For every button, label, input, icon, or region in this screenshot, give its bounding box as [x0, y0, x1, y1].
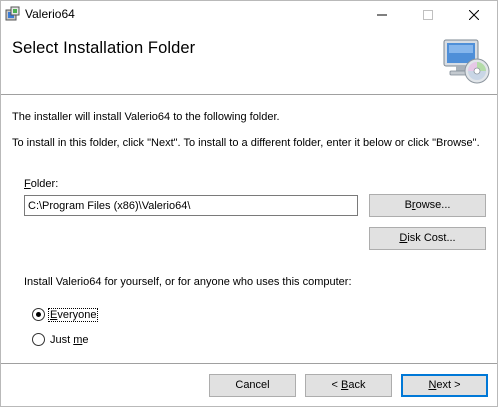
header-divider: [1, 94, 497, 96]
next-button[interactable]: Next >: [401, 374, 488, 397]
cancel-button[interactable]: Cancel: [209, 374, 296, 397]
browse-button[interactable]: Browse...: [369, 194, 486, 217]
radio-just-me-label: Just me: [49, 334, 90, 346]
installer-package-icon: [5, 6, 20, 21]
folder-label-accel: F: [24, 178, 31, 190]
maximize-icon: [423, 10, 433, 20]
disk-cost-button[interactable]: Disk Cost...: [369, 227, 486, 250]
back-label-rest: ack: [348, 379, 366, 391]
browse-label-rest: owse...: [415, 199, 451, 211]
page-title: Select Installation Folder: [12, 39, 196, 57]
folder-label: Folder:: [24, 178, 58, 190]
installer-window: Valerio64 Select Installation Folder The…: [0, 0, 498, 407]
window-title: Valerio64: [25, 7, 75, 21]
maximize-button[interactable]: [405, 1, 451, 29]
title-bar[interactable]: Valerio64: [1, 1, 497, 29]
radio-everyone[interactable]: [32, 308, 45, 321]
next-label-rest: ext >: [436, 379, 461, 391]
browse-label-prefix: B: [404, 199, 412, 211]
radio-everyone-option[interactable]: Everyone: [32, 307, 99, 322]
radio-just-me-option[interactable]: Just me: [32, 333, 90, 346]
radio-just-me-rest: e: [82, 333, 89, 346]
footer-divider: [1, 363, 497, 365]
radio-everyone-label: Everyone: [47, 307, 99, 322]
close-icon: [469, 10, 479, 20]
folder-path-input[interactable]: [24, 195, 358, 216]
install-for-text: Install Valerio64 for yourself, or for a…: [24, 276, 352, 288]
radio-just-me[interactable]: [32, 333, 45, 346]
back-button[interactable]: < Back: [305, 374, 392, 397]
wizard-header: Select Installation Folder: [1, 29, 497, 91]
computer-cd-icon: [443, 39, 490, 84]
instructions-text: To install in this folder, click "Next".…: [12, 137, 480, 149]
radio-just-me-prefix: Just: [50, 333, 74, 346]
close-button[interactable]: [451, 1, 497, 29]
radio-everyone-text: veryone: [57, 308, 97, 321]
disk-cost-label-rest: isk Cost...: [407, 232, 456, 244]
folder-label-text: older:: [30, 178, 59, 190]
minimize-button[interactable]: [359, 1, 405, 29]
minimize-icon: [377, 14, 387, 16]
intro-text: The installer will install Valerio64 to …: [12, 111, 280, 123]
back-label-prefix: <: [331, 379, 341, 391]
